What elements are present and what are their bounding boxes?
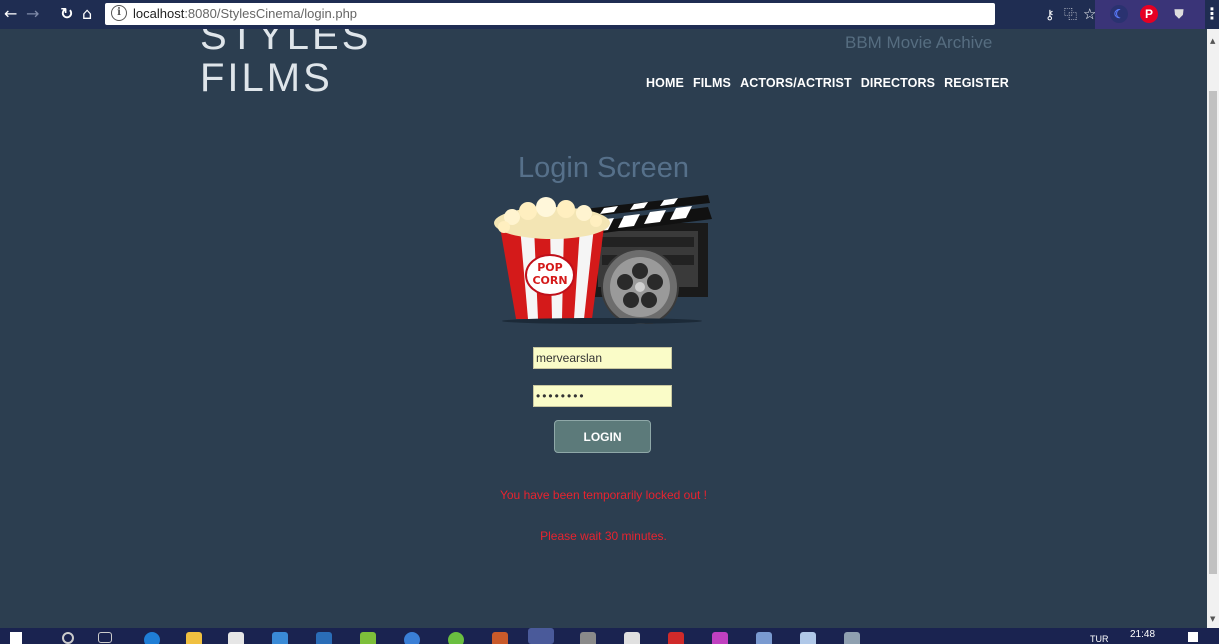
app-icon-8[interactable] xyxy=(624,632,640,644)
address-bar[interactable]: i localhost:8080/StylesCinema/login.php xyxy=(105,3,995,25)
windows-start-icon[interactable] xyxy=(10,632,22,644)
app-icon-7[interactable] xyxy=(580,632,596,644)
page: STYLES FILMS BBM Movie Archive HOME FILM… xyxy=(0,29,1207,628)
scrollbar-thumb[interactable] xyxy=(1209,91,1217,574)
vertical-scrollbar[interactable]: ▲ ▼ xyxy=(1207,29,1219,628)
main-nav: HOME FILMS ACTORS/ACTRIST DIRECTORS REGI… xyxy=(646,72,1013,91)
wait-message: Please wait 30 minutes. xyxy=(540,529,667,543)
key-icon[interactable]: ⚷ xyxy=(1045,5,1055,27)
search-icon[interactable] xyxy=(62,632,74,644)
url-text: localhost:8080/StylesCinema/login.php xyxy=(133,6,358,21)
extension-moon-icon[interactable]: ☾ xyxy=(1110,5,1128,23)
back-icon[interactable]: ← xyxy=(4,3,17,25)
app-icon-12[interactable] xyxy=(844,632,860,644)
site-tagline: BBM Movie Archive xyxy=(845,33,993,52)
nav-directors[interactable]: DIRECTORS xyxy=(861,76,935,90)
task-view-icon[interactable] xyxy=(98,632,112,643)
language-indicator[interactable]: TUR xyxy=(1090,634,1109,644)
info-icon[interactable]: i xyxy=(111,5,127,21)
windows-taskbar: TUR 21:48 xyxy=(0,628,1219,644)
pinterest-icon[interactable]: P xyxy=(1140,5,1158,23)
app-icon-5[interactable] xyxy=(448,632,464,644)
chrome-icon[interactable] xyxy=(528,628,554,644)
menu-icon[interactable]: ⋮ xyxy=(1204,3,1219,25)
password-input[interactable]: •••••••• xyxy=(533,385,672,407)
nav-home[interactable]: HOME xyxy=(646,76,684,90)
nav-actors[interactable]: ACTORS/ACTRIST xyxy=(740,76,852,90)
browser-toolbar: ← → ↻ ⌂ i localhost:8080/StylesCinema/lo… xyxy=(0,0,1219,29)
app-icon-9[interactable] xyxy=(712,632,728,644)
forward-icon[interactable]: → xyxy=(26,3,39,25)
svg-text:CORN: CORN xyxy=(532,274,567,287)
app-icon-2[interactable] xyxy=(316,632,332,644)
file-explorer-icon[interactable] xyxy=(186,632,202,644)
app-icon-11[interactable] xyxy=(800,632,816,644)
app-icon-10[interactable] xyxy=(756,632,772,644)
pdf-icon[interactable] xyxy=(668,632,684,644)
logo-line-1: STYLES xyxy=(200,29,372,58)
app-icon-4[interactable] xyxy=(404,632,420,644)
app-icon-3[interactable] xyxy=(360,632,376,644)
home-icon[interactable]: ⌂ xyxy=(82,3,92,25)
reload-icon[interactable]: ↻ xyxy=(60,3,73,25)
login-title: Login Screen xyxy=(518,152,689,184)
scroll-down-icon[interactable]: ▼ xyxy=(1210,615,1215,623)
shield-extension-icon[interactable]: ⛊ xyxy=(1170,5,1188,23)
edge-icon[interactable] xyxy=(144,632,160,644)
taskbar-clock[interactable]: 21:48 xyxy=(1130,629,1155,640)
nav-films[interactable]: FILMS xyxy=(693,76,731,90)
svg-text:POP: POP xyxy=(537,261,562,274)
logo-line-2: FILMS xyxy=(200,56,333,100)
login-button[interactable]: LOGIN xyxy=(554,420,651,453)
translate-icon[interactable]: ⿻ xyxy=(1064,5,1077,27)
store-icon[interactable] xyxy=(228,632,244,644)
site-logo[interactable]: STYLES FILMS xyxy=(200,29,371,99)
username-input[interactable] xyxy=(533,347,672,369)
app-icon-6[interactable] xyxy=(492,632,508,644)
scroll-up-icon[interactable]: ▲ xyxy=(1210,37,1215,45)
notification-icon[interactable] xyxy=(1188,632,1198,642)
lockout-error-message: You have been temporarily locked out ! xyxy=(499,488,708,502)
app-icon-1[interactable] xyxy=(272,632,288,644)
popcorn-film-illustration: POP CORN xyxy=(494,195,712,324)
nav-register[interactable]: REGISTER xyxy=(944,76,1009,90)
